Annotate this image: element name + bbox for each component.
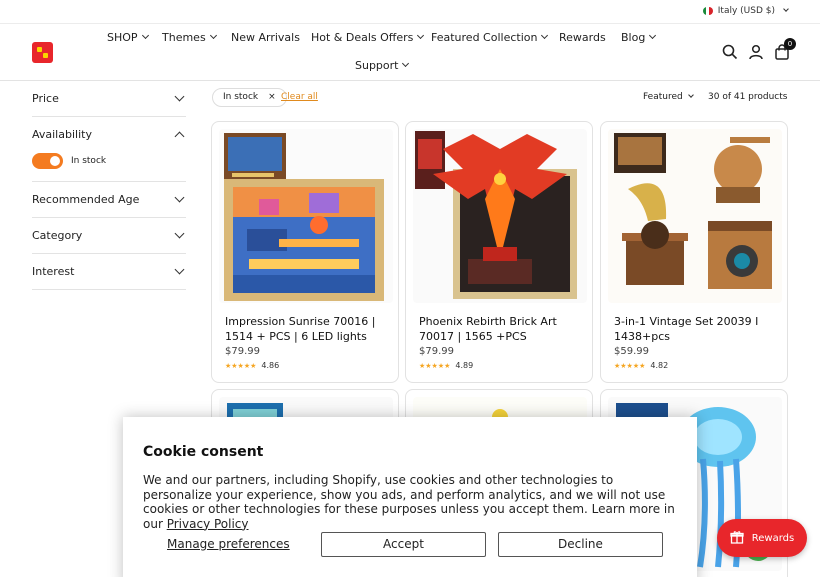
product-title[interactable]: 3-in-1 Vintage Set 20039 I 1438+pcs (614, 315, 780, 344)
rewards-label: Rewards (751, 532, 795, 544)
filter-label: Availability (32, 128, 92, 141)
italy-flag-icon (702, 7, 713, 15)
filter-category[interactable]: Category (32, 218, 186, 254)
country-label: Italy (USD $) (717, 6, 775, 16)
product-rating: ★★★★★ 4.89 (419, 361, 473, 370)
chevron-down-icon (783, 6, 789, 12)
cookie-text: We and our partners, including Shopify, … (143, 473, 675, 531)
brand-logo[interactable] (32, 42, 53, 63)
product-title[interactable]: Impression Sunrise 70016 | 1514 + PCS | … (225, 315, 391, 344)
star-rating-icon: ★★★★★ (419, 361, 451, 370)
clear-all-link[interactable]: Clear all (281, 92, 318, 102)
chevron-down-icon (649, 31, 657, 40)
decline-button[interactable]: Decline (498, 532, 663, 557)
filter-label: Price (32, 92, 59, 105)
product-price: $79.99 (419, 346, 454, 357)
chevron-down-icon (209, 31, 217, 40)
product-rating: ★★★★★ 4.86 (225, 361, 279, 370)
active-filter-label: In stock (223, 92, 259, 102)
chevron-down-icon (174, 264, 185, 275)
chevron-down-icon (541, 31, 549, 40)
nav-themes[interactable]: Themes (162, 31, 217, 44)
product-card[interactable]: 3-in-1 Vintage Set 20039 I 1438+pcs $59.… (600, 121, 788, 383)
filter-label: Category (32, 229, 83, 242)
product-price: $79.99 (225, 346, 260, 357)
account-icon[interactable] (748, 44, 764, 60)
chevron-down-icon (174, 91, 185, 102)
product-image[interactable] (608, 129, 782, 303)
cookie-consent-dialog: Cookie consent We and our partners, incl… (123, 417, 697, 577)
product-card[interactable]: Phoenix Rebirth Brick Art 70017 | 1565 +… (405, 121, 593, 383)
chevron-down-icon (687, 92, 694, 98)
in-stock-label: In stock (71, 156, 107, 166)
sort-select[interactable]: Featured (643, 92, 694, 102)
product-title[interactable]: Phoenix Rebirth Brick Art 70017 | 1565 +… (419, 315, 585, 344)
star-rating-icon: ★★★★★ (614, 361, 646, 370)
product-card[interactable]: Impression Sunrise 70016 | 1514 + PCS | … (211, 121, 399, 383)
filter-label: Interest (32, 265, 75, 278)
chevron-down-icon (417, 31, 425, 40)
chevron-down-icon (402, 59, 410, 68)
nav-rewards[interactable]: Rewards (559, 31, 606, 44)
filter-price[interactable]: Price (32, 81, 186, 117)
privacy-policy-link[interactable]: Privacy Policy (167, 517, 249, 531)
nav-hot-deals[interactable]: Hot & Deals Offers (311, 31, 425, 44)
chevron-down-icon (174, 192, 185, 203)
cart-icon[interactable]: 0 (774, 38, 796, 60)
nav-featured-collection[interactable]: Featured Collection (431, 31, 549, 44)
rating-value: 4.82 (650, 361, 669, 370)
rating-value: 4.86 (261, 361, 280, 370)
product-count: 30 of 41 products (708, 92, 788, 102)
star-rating-icon: ★★★★★ (225, 361, 257, 370)
search-icon[interactable] (722, 44, 738, 60)
active-filter-chip[interactable]: In stock × (212, 88, 287, 107)
product-image[interactable] (219, 129, 393, 303)
nav-support[interactable]: Support (355, 59, 410, 72)
nav-blog[interactable]: Blog (621, 31, 657, 44)
in-stock-toggle[interactable] (32, 153, 63, 169)
country-selector[interactable]: Italy (USD $) (702, 6, 789, 16)
nav-new-arrivals[interactable]: New Arrivals (231, 31, 300, 44)
gift-icon (730, 530, 744, 547)
filter-interest[interactable]: Interest (32, 254, 186, 290)
filter-label: Recommended Age (32, 193, 140, 206)
close-icon[interactable]: × (268, 89, 276, 106)
chevron-down-icon (141, 31, 149, 40)
top-bar: Italy (USD $) (0, 0, 820, 24)
chevron-up-icon (174, 131, 185, 141)
filter-availability[interactable]: Availability In stock (32, 117, 186, 182)
rating-value: 4.89 (455, 361, 474, 370)
manage-preferences-link[interactable]: Manage preferences (167, 537, 290, 551)
accept-button[interactable]: Accept (321, 532, 486, 557)
chevron-down-icon (174, 228, 185, 239)
cookie-title: Cookie consent (143, 444, 264, 460)
product-image[interactable] (413, 129, 587, 303)
filter-sidebar: Price Availability In stock Recommended … (32, 81, 186, 290)
rewards-button[interactable]: Rewards (717, 519, 807, 557)
nav-shop[interactable]: SHOP (107, 31, 149, 44)
filter-recommended-age[interactable]: Recommended Age (32, 182, 186, 218)
product-rating: ★★★★★ 4.82 (614, 361, 668, 370)
product-price: $59.99 (614, 346, 649, 357)
site-header: SHOP Themes New Arrivals Hot & Deals Off… (0, 24, 820, 81)
cart-count-badge: 0 (784, 38, 796, 50)
